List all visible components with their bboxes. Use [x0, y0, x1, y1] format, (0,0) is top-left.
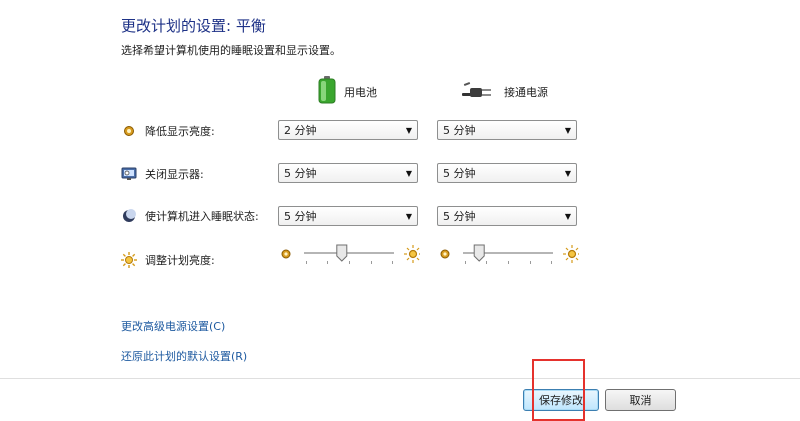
sleep-row-label: 使计算机进入睡眠状态: [121, 207, 259, 225]
restore-defaults-link[interactable]: 还原此计划的默认设置(R) [121, 348, 247, 364]
brightness-row-label: 调整计划亮度: [121, 251, 215, 269]
turn-off-display-battery-select[interactable]: 5 分钟 ▼ [278, 163, 418, 183]
chevron-down-icon: ▼ [405, 211, 413, 221]
advanced-power-settings-link[interactable]: 更改高级电源设置(C) [121, 318, 225, 334]
power-plug-icon [462, 81, 496, 102]
battery-column-header: 用电池 [318, 76, 377, 107]
brightness-battery-slider[interactable] [280, 242, 422, 266]
turn-off-display-row-label: 关闭显示器: [121, 165, 204, 183]
page-subtitle: 选择希望计算机使用的睡眠设置和显示设置。 [121, 44, 341, 57]
chevron-down-icon: ▼ [405, 125, 413, 135]
plugged-column-header: 接通电源 [462, 81, 548, 102]
brightness-plugged-thumb [473, 244, 485, 262]
sun-icon [121, 252, 137, 268]
dim-display-row-label: 降低显示亮度: [121, 122, 215, 140]
battery-column-label: 用电池 [344, 85, 377, 99]
monitor-icon [121, 166, 137, 182]
sleep-moon-icon [121, 208, 137, 224]
chevron-down-icon: ▼ [564, 168, 572, 178]
chevron-down-icon: ▼ [564, 211, 572, 221]
footer-bar [0, 379, 800, 421]
brightness-high-icon [563, 245, 581, 263]
sleep-battery-select[interactable]: 5 分钟 ▼ [278, 206, 418, 226]
chevron-down-icon: ▼ [564, 125, 572, 135]
turn-off-display-plugged-select[interactable]: 5 分钟 ▼ [437, 163, 577, 183]
brightness-low-icon [281, 249, 291, 259]
page-title: 更改计划的设置: 平衡 [121, 17, 266, 35]
brightness-dim-icon [121, 123, 137, 139]
cancel-button[interactable]: 取消 [605, 389, 676, 411]
brightness-plugged-slider[interactable] [439, 242, 581, 266]
dim-display-plugged-select[interactable]: 5 分钟 ▼ [437, 120, 577, 140]
battery-icon [318, 76, 336, 107]
chevron-down-icon: ▼ [405, 168, 413, 178]
dim-display-battery-select[interactable]: 2 分钟 ▼ [278, 120, 418, 140]
save-changes-button[interactable]: 保存修改 [523, 389, 599, 411]
brightness-high-icon [404, 245, 422, 263]
plugged-column-label: 接通电源 [504, 85, 548, 99]
sleep-plugged-select[interactable]: 5 分钟 ▼ [437, 206, 577, 226]
brightness-battery-thumb [336, 244, 348, 262]
brightness-low-icon [440, 249, 450, 259]
